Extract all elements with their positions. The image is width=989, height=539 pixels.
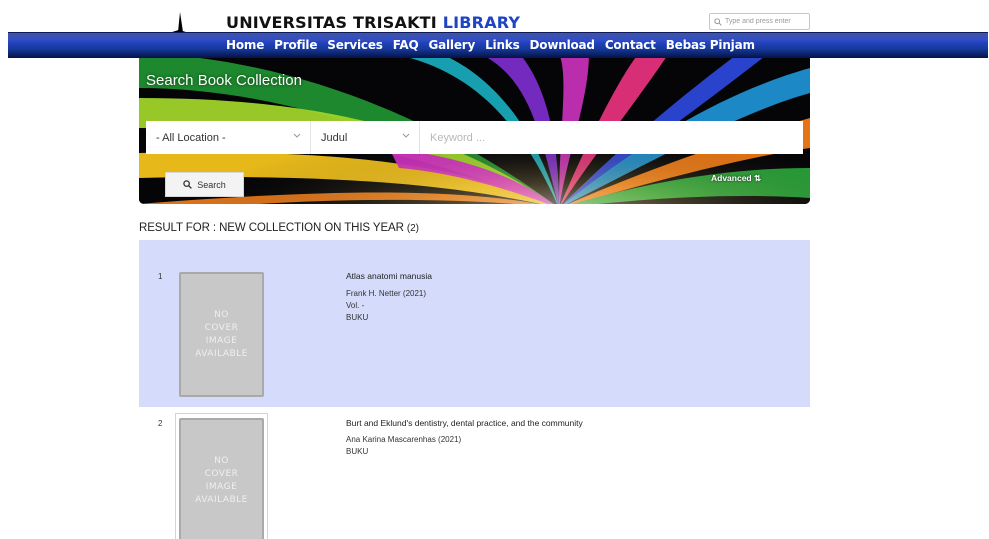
location-select-value: - All Location - bbox=[156, 131, 226, 144]
search-icon bbox=[183, 180, 193, 189]
search-fields: - All Location - Judul bbox=[146, 121, 803, 154]
main-nav-bar: Home Profile Services FAQ Gallery Links … bbox=[8, 32, 988, 58]
result-item: 2 NO COVER IMAGE AVAILABLE Burt and Eklu… bbox=[139, 410, 810, 539]
nav-profile[interactable]: Profile bbox=[274, 38, 317, 52]
nav-bebas-pinjam[interactable]: Bebas Pinjam bbox=[666, 38, 755, 52]
no-cover-text: NO COVER IMAGE AVAILABLE bbox=[195, 455, 248, 505]
site-title[interactable]: UNIVERSITAS TRISAKTI LIBRARY bbox=[226, 13, 520, 32]
result-title[interactable]: Burt and Eklund's dentistry, dental prac… bbox=[346, 418, 583, 428]
no-cover-image[interactable]: NO COVER IMAGE AVAILABLE bbox=[179, 418, 264, 539]
result-title[interactable]: Atlas anatomi manusia bbox=[346, 271, 432, 281]
result-author: Ana Karina Mascarenhas (2021) bbox=[346, 435, 462, 444]
result-item: 1 NO COVER IMAGE AVAILABLE Atlas anatomi… bbox=[139, 240, 810, 407]
nav-home[interactable]: Home bbox=[226, 38, 264, 52]
result-heading: RESULT FOR : NEW COLLECTION ON THIS YEAR… bbox=[139, 222, 419, 234]
result-volume: Vol. - bbox=[346, 301, 365, 310]
search-type-value: Judul bbox=[321, 131, 348, 144]
search-icon bbox=[714, 17, 722, 26]
keyword-input[interactable] bbox=[430, 131, 803, 144]
site-title-accent: LIBRARY bbox=[442, 13, 521, 32]
search-button-label: Search bbox=[197, 179, 226, 190]
chevron-down-icon bbox=[293, 133, 301, 138]
nav-gallery[interactable]: Gallery bbox=[428, 38, 475, 52]
nav-faq[interactable]: FAQ bbox=[393, 38, 419, 52]
result-type: BUKU bbox=[346, 313, 369, 322]
no-cover-text: NO COVER IMAGE AVAILABLE bbox=[195, 309, 248, 359]
site-title-main: UNIVERSITAS TRISAKTI bbox=[226, 13, 443, 32]
main-nav: Home Profile Services FAQ Gallery Links … bbox=[226, 38, 755, 52]
result-heading-text: RESULT FOR : NEW COLLECTION ON THIS YEAR bbox=[139, 222, 404, 234]
site-search-input[interactable] bbox=[725, 18, 811, 25]
chevron-down-icon bbox=[402, 133, 410, 138]
result-author: Frank H. Netter (2021) bbox=[346, 289, 427, 298]
site-search[interactable] bbox=[709, 13, 811, 30]
search-type-select[interactable]: Judul bbox=[311, 121, 420, 154]
nav-links[interactable]: Links bbox=[485, 38, 520, 52]
result-count: (2) bbox=[406, 223, 419, 234]
result-type: BUKU bbox=[346, 447, 369, 456]
result-number: 1 bbox=[158, 272, 163, 281]
search-button[interactable]: Search bbox=[165, 172, 244, 197]
nav-download[interactable]: Download bbox=[530, 38, 595, 52]
location-select[interactable]: - All Location - bbox=[146, 121, 311, 154]
advanced-search-link[interactable]: Advanced ⇅ bbox=[711, 173, 761, 184]
search-panel: Search Book Collection - All Location - … bbox=[139, 58, 810, 204]
nav-services[interactable]: Services bbox=[327, 38, 383, 52]
no-cover-image[interactable]: NO COVER IMAGE AVAILABLE bbox=[179, 272, 264, 397]
result-number: 2 bbox=[158, 419, 163, 428]
nav-contact[interactable]: Contact bbox=[605, 38, 656, 52]
search-panel-title: Search Book Collection bbox=[146, 72, 302, 89]
keyword-field[interactable] bbox=[420, 121, 803, 154]
page: UNIVERSITAS TRISAKTI LIBRARY Home Profil… bbox=[0, 0, 989, 539]
